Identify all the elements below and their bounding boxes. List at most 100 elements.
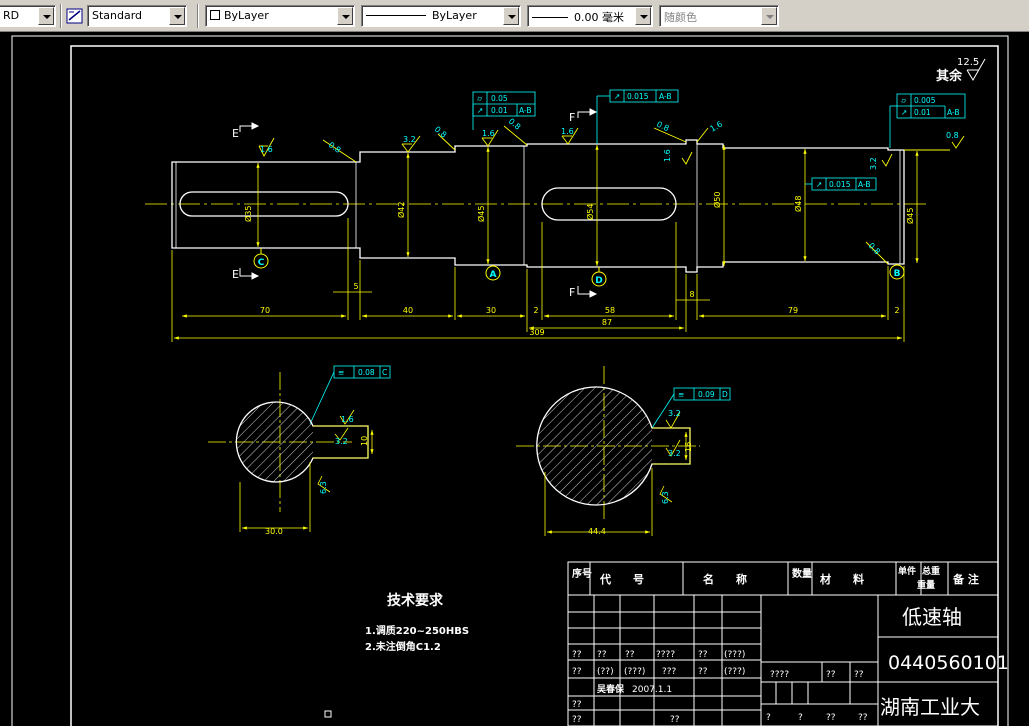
tb-row-a-6: (???) [724,650,745,660]
chevron-down-icon[interactable] [635,7,651,25]
dim-length-1: 70 [260,306,270,315]
tb-row-b-right-2: ?? [826,670,836,680]
cad-drawing[interactable]: 其余 12.5 Ø35 Ø42 Ø45 Ø54 Ø50 Ø48 Ø45 70 5… [0,32,1029,726]
tb-row-b-6: (???) [724,667,745,677]
section-f-roughness-1: 3.2 [668,409,681,418]
section-label-e-bottom: E [232,268,239,281]
tol-frame-1-ref: A-B [519,106,532,115]
dim-length-4: 58 [605,306,615,315]
tb-row-b-5: ?? [698,667,708,677]
tb-header-name: 名 称 [703,572,747,586]
dim-length-3: 30 [486,306,496,315]
svg-text:↗: ↗ [816,180,822,189]
tol-section-e: 0.08 [358,368,375,377]
chevron-down-icon[interactable] [503,7,519,25]
roughness-12: 3.2 [869,157,878,170]
dim-length-4-total: 87 [602,318,612,327]
tb-header-seq: 序号 [572,567,592,580]
tb-header-total: 总重 [922,565,940,577]
tol-frame-1-row1: 0.05 [491,94,508,103]
tb-header-weight: 重量 [917,579,935,591]
toolbar-separator [197,4,199,28]
linetype-preview-icon [366,15,426,16]
color-combo[interactable]: ByLayer [205,5,355,27]
roughness-symbols [258,125,965,265]
tech-requirements-title: 技术要求 [387,592,444,609]
tb-row-d-1: ?? [572,715,582,725]
tb-row-b-2: (??) [597,667,614,677]
chevron-down-icon[interactable] [169,7,185,25]
section-label-e-top: E [232,127,239,140]
text-style-combo[interactable]: RD [0,5,56,27]
chevron-down-icon[interactable] [337,7,353,25]
tb-header-material: 材 料 [820,572,864,586]
tol-section-f-ref: D [722,390,728,399]
tb-header-qty: 数量 [792,567,812,580]
chevron-down-icon[interactable] [761,7,777,25]
tb-row-b-1: ?? [572,667,582,677]
svg-text:↗: ↗ [901,108,907,117]
roughness-7: 1.6 [561,127,574,136]
roughness-13: 0.8 [867,241,882,256]
roughness-8: 0.8 [655,120,670,134]
dimension-style-icon[interactable] [66,7,84,25]
datum-a: A [490,270,497,280]
svg-text:⌭: ⌭ [901,96,907,105]
lineweight-value: 0.00 毫米 [574,11,624,24]
svg-text:↗: ↗ [614,92,620,101]
section-label-f-bottom: F [569,286,575,299]
section-label-f-top: F [569,111,575,124]
lineweight-preview-icon [532,17,568,18]
dim-gap-4: 2 [894,306,899,315]
roughness-6: 0.8 [507,117,523,132]
section-f-roughness-2: 3.2 [668,449,681,458]
model-space[interactable]: 其余 12.5 Ø35 Ø42 Ø45 Ø54 Ø50 Ø48 Ø45 70 5… [0,32,1029,726]
plot-style-combo[interactable]: 随颜色 [659,5,779,27]
tb-row-a-5: ?? [698,650,708,660]
tb-row-b-right-3: ?? [854,670,864,680]
chevron-down-icon[interactable] [38,7,54,25]
tb-row-a-4: ???? [656,650,675,660]
roughness-note: 其余 [936,68,963,84]
shaft-view [145,139,927,273]
drawing-number: 0440560101 [888,652,1009,674]
dim-gap-1: 5 [353,282,358,291]
tb-row-a-3: ?? [625,650,635,660]
tb-row-b-3: (???) [624,667,645,677]
datum-b: B [894,269,901,279]
dim-style-combo[interactable]: Standard [87,5,187,27]
dim-diameter-4: Ø54 [585,204,595,220]
section-e-view [208,372,374,532]
dim-length-2: 40 [403,306,413,315]
section-f-roughness-3: 6.3 [661,491,670,504]
tech-requirement-2: 2.未注倒角C1.2 [365,640,441,653]
roughness-default-value: 12.5 [957,57,979,68]
tb-row-d-right-4: ?? [858,713,868,723]
tb-row-d-right-1: ? [766,713,771,723]
section-e-roughness-1: 1.6 [341,415,354,424]
roughness-1: 1.6 [260,145,273,154]
roughness-9: 1.6 [709,120,725,134]
properties-toolbar: RD Standard ByLayer ByLayer 0.00 毫米 随颜色 [0,0,1029,32]
svg-text:⌭: ⌭ [477,94,483,103]
section-e-roughness-3: 6.3 [319,481,328,494]
tb-row-c-1: ?? [572,700,582,710]
tb-row-a-2: ?? [597,650,607,660]
tol-frame-4: 0.015 [829,180,851,189]
tb-row-d-right-3: ?? [826,713,836,723]
lineweight-combo[interactable]: 0.00 毫米 [527,5,653,27]
section-e-width: 30.0 [265,527,283,536]
tb-header-code: 代 号 [599,572,644,586]
roughness-4: 0.8 [433,125,449,140]
grip-marker[interactable] [324,710,332,718]
tb-row-b-4: ??? [662,667,677,677]
part-name: 低速轴 [902,605,962,629]
tol-section-e-ref: C [382,368,387,377]
dim-diameter-7: Ø45 [905,208,915,224]
linetype-combo[interactable]: ByLayer [361,5,521,27]
tb-row-b-right-1: ???? [770,670,789,680]
tol-frame-2-ref: A-B [659,92,672,101]
roughness-10: 0.8 [946,131,959,140]
tol-frame-3-ref: A-B [947,108,960,117]
dim-style-value: Standard [92,9,143,22]
